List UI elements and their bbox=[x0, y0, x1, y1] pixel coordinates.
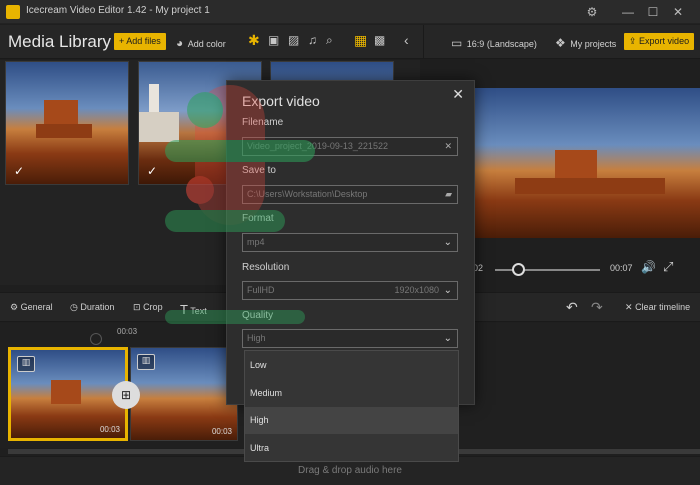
check-icon: ✓ bbox=[147, 164, 158, 178]
seek-bar[interactable] bbox=[495, 269, 600, 271]
timeline-clip[interactable]: ▥ 00:03 bbox=[130, 347, 238, 441]
clock-icon: ◷ bbox=[70, 302, 78, 312]
add-files-button[interactable]: + Add files bbox=[114, 33, 166, 50]
format-label: Format bbox=[242, 213, 274, 224]
gear-icon: ⚙ bbox=[10, 302, 19, 312]
clear-icon[interactable]: ✕ bbox=[444, 138, 452, 155]
toolbar-divider bbox=[423, 25, 424, 59]
close-button[interactable]: ✕ bbox=[670, 4, 686, 20]
text-icon: T bbox=[180, 302, 188, 317]
redo-icon[interactable]: ↷ bbox=[591, 299, 603, 316]
check-icon: ✓ bbox=[14, 164, 25, 178]
resolution-size: 1920x1080 bbox=[394, 285, 439, 295]
desert-image bbox=[6, 62, 128, 184]
preview-video[interactable] bbox=[475, 88, 700, 238]
close-icon: ✕ bbox=[625, 302, 633, 312]
duration-button[interactable]: ◷ Duration bbox=[70, 302, 114, 313]
dialog-title: Export video bbox=[242, 93, 320, 109]
media-thumbnail[interactable]: ✓ bbox=[5, 61, 129, 185]
close-icon[interactable]: ✕ bbox=[452, 86, 464, 103]
maximize-button[interactable]: ☐ bbox=[645, 4, 661, 20]
resolution-label: Resolution bbox=[242, 262, 290, 273]
quality-select[interactable]: High ⌄ bbox=[242, 329, 458, 348]
export-video-button[interactable]: ⇪ Export video bbox=[624, 33, 695, 50]
ruler-time: 00:03 bbox=[117, 327, 138, 336]
export-icon: ⇪ bbox=[629, 36, 640, 46]
minimize-button[interactable]: — bbox=[620, 4, 636, 20]
folder-icon[interactable]: ▰ bbox=[445, 186, 452, 203]
desert-image bbox=[475, 88, 700, 238]
saveto-field[interactable]: C:\Users\Workstation\Desktop ▰ bbox=[242, 185, 458, 204]
crop-button[interactable]: ⊡ Crop bbox=[133, 302, 163, 313]
volume-icon[interactable]: 🔊 bbox=[641, 260, 656, 274]
search-icon[interactable]: ⌕ bbox=[326, 33, 333, 48]
filename-field[interactable]: Video_project_2019-09-13_221522 ✕ bbox=[242, 137, 458, 156]
add-color-button[interactable]: ◕ Add color bbox=[176, 34, 226, 52]
timeline-clip[interactable]: ▥ 00:03 bbox=[8, 347, 128, 441]
quality-label: Quality bbox=[242, 310, 274, 321]
gear-icon[interactable]: ⚙ bbox=[584, 4, 600, 20]
saveto-label: Save to bbox=[242, 165, 276, 176]
undo-icon[interactable]: ↶ bbox=[566, 299, 578, 316]
format-select[interactable]: mp4 ⌄ bbox=[242, 233, 458, 252]
quality-dropdown: Low Medium High Ultra bbox=[244, 350, 459, 462]
filter-music-icon[interactable]: ♫ bbox=[308, 33, 317, 47]
quality-option-ultra[interactable]: Ultra bbox=[245, 435, 458, 462]
title-bar: Icecream Video Editor 1.42 - My project … bbox=[0, 0, 700, 24]
quality-option-low[interactable]: Low bbox=[245, 352, 458, 379]
text-button[interactable]: T Text bbox=[180, 302, 207, 317]
palette-icon: ◕ bbox=[176, 36, 184, 50]
seek-handle[interactable] bbox=[512, 263, 526, 276]
filter-image-icon[interactable]: ▨ bbox=[288, 33, 299, 47]
grid-large-icon[interactable]: ▦ bbox=[354, 32, 367, 49]
main-toolbar: Media Library + Add files ◕ Add color ✱ … bbox=[0, 25, 700, 59]
clip-duration: 00:03 bbox=[211, 427, 232, 436]
screen-icon: ▭ bbox=[451, 36, 463, 50]
chevron-down-icon: ⌄ bbox=[443, 237, 452, 248]
quality-option-high[interactable]: High bbox=[245, 407, 458, 434]
chevron-down-icon: ⌄ bbox=[443, 285, 452, 296]
audio-drop-hint: Drag & drop audio here bbox=[298, 465, 402, 476]
grid-small-icon[interactable]: ▩ bbox=[374, 33, 385, 47]
aspect-ratio-button[interactable]: ▭ 16:9 (Landscape) bbox=[451, 34, 537, 52]
my-projects-button[interactable]: ❖ My projects bbox=[555, 34, 616, 52]
projects-icon: ❖ bbox=[555, 36, 566, 50]
clear-timeline-button[interactable]: ✕ Clear timeline bbox=[625, 302, 690, 313]
window-title: Icecream Video Editor 1.42 - My project … bbox=[26, 5, 210, 16]
clip-duration: 00:03 bbox=[99, 425, 120, 434]
filmstrip-icon: ▥ bbox=[137, 354, 155, 370]
quality-option-medium[interactable]: Medium bbox=[245, 380, 458, 407]
fullscreen-icon[interactable]: ⤢ bbox=[663, 259, 673, 275]
resolution-select[interactable]: FullHD 1920x1080 ⌄ bbox=[242, 281, 458, 300]
filename-label: Filename bbox=[242, 117, 284, 128]
media-library-title: Media Library bbox=[8, 32, 111, 51]
crop-icon: ⊡ bbox=[133, 302, 141, 312]
general-button[interactable]: ⚙ General bbox=[10, 302, 53, 313]
chevron-left-icon[interactable]: ‹ bbox=[404, 32, 409, 48]
playhead-marker[interactable] bbox=[90, 333, 102, 345]
transition-icon[interactable]: ⊞ bbox=[112, 381, 140, 409]
filter-all-icon[interactable]: ✱ bbox=[248, 32, 260, 49]
chevron-down-icon: ⌄ bbox=[443, 333, 452, 344]
app-logo-icon bbox=[6, 5, 20, 19]
filter-video-icon[interactable]: ▣ bbox=[268, 33, 279, 47]
filmstrip-icon: ▥ bbox=[17, 356, 35, 372]
total-time: 00:07 bbox=[610, 263, 633, 273]
